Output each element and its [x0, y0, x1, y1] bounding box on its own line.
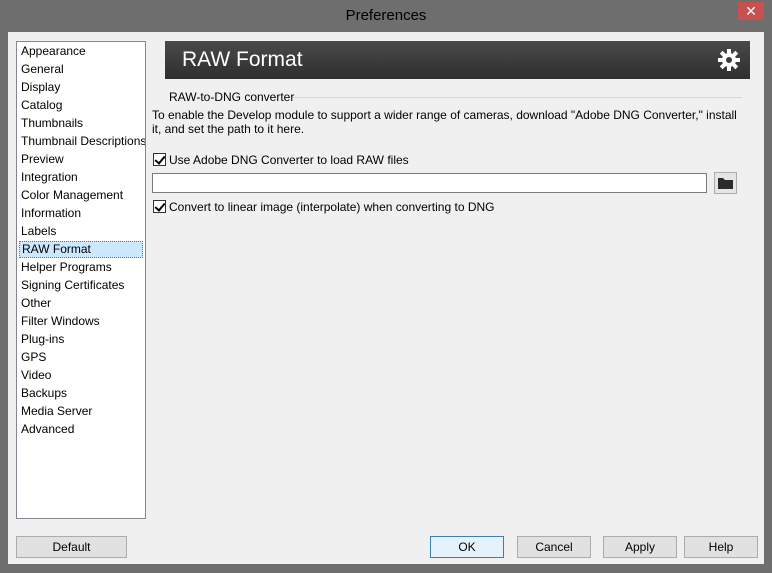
default-button[interactable]: Default: [16, 536, 127, 558]
ok-button[interactable]: OK: [430, 536, 504, 558]
cancel-button[interactable]: Cancel: [517, 536, 591, 558]
group-label-raw-to-dng: RAW-to-DNG converter: [169, 90, 295, 104]
title-bar: Preferences ✕: [1, 1, 771, 32]
sidebar-item-catalog[interactable]: Catalog: [19, 97, 143, 114]
sidebar-item-other[interactable]: Other: [19, 295, 143, 312]
sidebar-item-integration[interactable]: Integration: [19, 169, 143, 186]
sidebar-item-information[interactable]: Information: [19, 205, 143, 222]
dialog-body: Appearance General Display Catalog Thumb…: [8, 32, 764, 564]
folder-icon: [718, 178, 733, 189]
group-divider: [293, 97, 742, 98]
sidebar-item-preview[interactable]: Preview: [19, 151, 143, 168]
linear-image-checkbox[interactable]: [153, 200, 166, 213]
sidebar-item-thumbnails[interactable]: Thumbnails: [19, 115, 143, 132]
sidebar-item-labels[interactable]: Labels: [19, 223, 143, 240]
sidebar-item-advanced[interactable]: Advanced: [19, 421, 143, 438]
sidebar-item-media-server[interactable]: Media Server: [19, 403, 143, 420]
preferences-window: Preferences ✕ Appearance General Display…: [0, 0, 772, 573]
close-icon: ✕: [745, 3, 757, 19]
browse-button[interactable]: [714, 172, 737, 194]
close-button[interactable]: ✕: [738, 2, 764, 20]
sidebar-item-thumbnail-descriptions[interactable]: Thumbnail Descriptions: [19, 133, 145, 150]
sidebar-item-raw-format[interactable]: RAW Format: [19, 241, 143, 258]
sidebar-item-helper-programs[interactable]: Helper Programs: [19, 259, 143, 276]
category-list[interactable]: Appearance General Display Catalog Thumb…: [16, 41, 146, 519]
sidebar-item-backups[interactable]: Backups: [19, 385, 143, 402]
description-text: To enable the Develop module to support …: [152, 108, 737, 136]
sidebar-item-signing-certificates[interactable]: Signing Certificates: [19, 277, 143, 294]
apply-button[interactable]: Apply: [603, 536, 677, 558]
window-title: Preferences: [345, 7, 427, 24]
help-button[interactable]: Help: [684, 536, 758, 558]
sidebar-item-appearance[interactable]: Appearance: [19, 43, 143, 60]
converter-path-input[interactable]: [152, 173, 707, 193]
panel-header: RAW Format: [165, 41, 750, 79]
sidebar-item-general[interactable]: General: [19, 61, 143, 78]
use-converter-label[interactable]: Use Adobe DNG Converter to load RAW file…: [169, 153, 409, 167]
sidebar-item-plug-ins[interactable]: Plug-ins: [19, 331, 143, 348]
sidebar-item-gps[interactable]: GPS: [19, 349, 143, 366]
sidebar-item-display[interactable]: Display: [19, 79, 143, 96]
use-converter-checkbox[interactable]: [153, 153, 166, 166]
sidebar-item-filter-windows[interactable]: Filter Windows: [19, 313, 143, 330]
panel-title: RAW Format: [182, 48, 303, 71]
linear-image-label[interactable]: Convert to linear image (interpolate) wh…: [169, 200, 495, 214]
sidebar-item-color-management[interactable]: Color Management: [19, 187, 143, 204]
sidebar-item-video[interactable]: Video: [19, 367, 143, 384]
gear-icon: [718, 49, 740, 71]
